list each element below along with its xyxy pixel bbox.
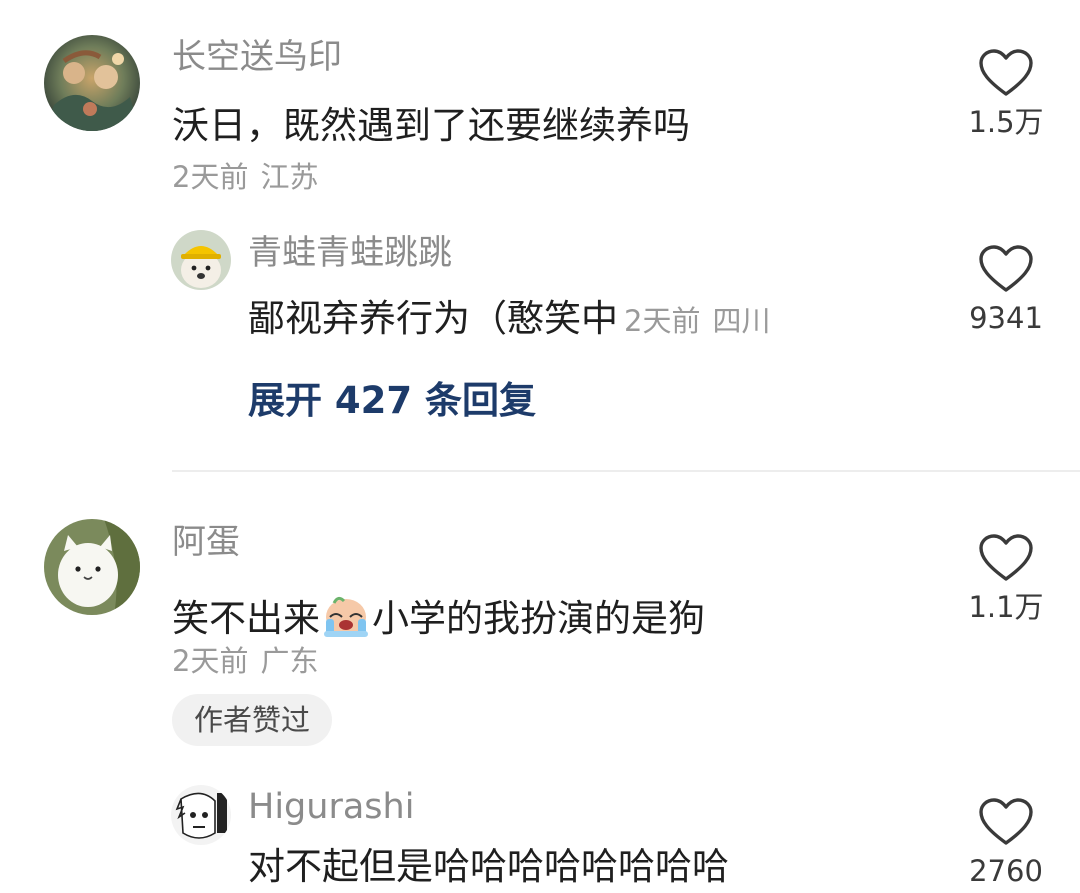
like-button[interactable]: 2760	[961, 797, 1051, 886]
expand-replies-button[interactable]: 展开 427 条回复	[248, 382, 536, 419]
comment-text-before: 笑不出来	[172, 597, 320, 640]
like-button[interactable]: 1.1万	[961, 533, 1051, 622]
like-count: 9341	[969, 301, 1043, 335]
crying-face-emoji	[322, 593, 370, 643]
comment-author[interactable]: 阿蛋	[172, 525, 240, 559]
heart-icon	[979, 798, 1033, 845]
author-liked-badge: 作者赞过	[172, 694, 333, 746]
comment-location: 江苏	[260, 160, 319, 194]
manga-face-avatar	[171, 785, 231, 845]
comment-time: 2天前	[172, 644, 249, 678]
reply-author[interactable]: Higurashi	[248, 790, 414, 825]
avatar[interactable]	[171, 785, 231, 845]
reply-time: 2天前	[624, 304, 701, 338]
divider	[172, 470, 1080, 472]
like-button[interactable]: 1.5万	[961, 48, 1051, 137]
comment-time: 2天前	[172, 160, 249, 194]
heart-icon	[979, 245, 1033, 292]
reply-text-row: 鄙视弃养行为（憨笑中 2天前 四川	[248, 300, 770, 337]
comment-text-row: 笑不出来 小学的我扮演的是狗	[172, 593, 705, 643]
comment-location: 广东	[260, 644, 319, 678]
comment-text-after: 小学的我扮演的是狗	[372, 597, 705, 640]
avatar[interactable]	[171, 230, 231, 290]
white-cat-avatar	[44, 519, 140, 615]
comment-meta: 2天前 广东	[172, 647, 318, 676]
reply-text: 对不起但是哈哈哈哈哈哈哈哈	[248, 845, 729, 888]
like-button[interactable]: 9341	[961, 244, 1051, 333]
reply-text: 鄙视弃养行为（憨笑中	[248, 297, 618, 340]
like-count: 1.5万	[968, 105, 1044, 139]
avatar[interactable]	[44, 519, 140, 615]
reply-author[interactable]: 青蛙青蛙跳跳	[248, 236, 452, 270]
heart-icon	[979, 534, 1033, 581]
reply-meta: 2天前 四川	[624, 304, 770, 338]
comment-author[interactable]: 长空送鸟印	[172, 40, 342, 74]
reply-location: 四川	[712, 304, 771, 338]
comment-meta: 2天前 江苏	[172, 163, 318, 192]
dog-hardhat-avatar	[171, 230, 231, 290]
painting-avatar	[44, 35, 140, 131]
heart-icon	[979, 49, 1033, 96]
like-count: 2760	[969, 854, 1043, 888]
avatar[interactable]	[44, 35, 140, 131]
comment-text: 沃日，既然遇到了还要继续养吗	[172, 104, 690, 147]
like-count: 1.1万	[968, 590, 1044, 624]
